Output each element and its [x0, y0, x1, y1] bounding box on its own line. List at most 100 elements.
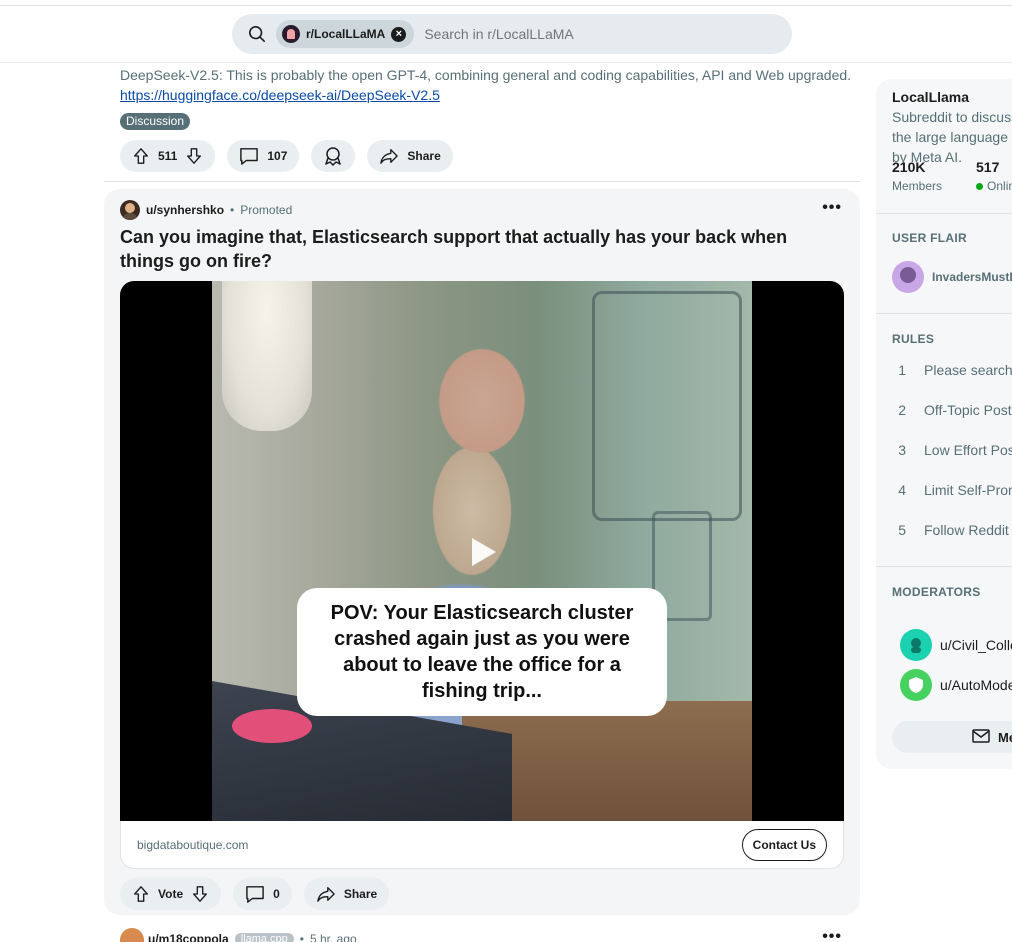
members-value: 210K [892, 159, 926, 175]
more-options-icon[interactable]: ••• [822, 928, 842, 942]
post-flair[interactable]: llama.cpp [234, 933, 294, 942]
rule-text: Low Effort Posts [924, 442, 1012, 458]
promoted-post-title[interactable]: Can you imagine that, Elasticsearch supp… [120, 225, 840, 273]
subreddit-chip-label: r/LocalLLaMA [306, 27, 386, 41]
next-post-preview[interactable]: u/m18coppola llama.cpp • 5 hr. ago ••• [104, 924, 860, 942]
promoted-post-header: u/synhershko • Promoted [120, 200, 292, 220]
moderator-item[interactable]: u/Civil_Collection7267 [900, 629, 1012, 661]
search-bar[interactable]: r/LocalLLaMA × [232, 14, 792, 54]
header: r/LocalLLaMA × [0, 6, 1012, 63]
upvote-icon[interactable] [132, 885, 150, 903]
rule-item[interactable]: 3 Low Effort Posts [892, 442, 1012, 458]
award-button[interactable] [311, 140, 356, 172]
rule-item[interactable]: 5 Follow Reddit Rules [892, 522, 1012, 538]
post-description: DeepSeek-V2.5: This is probably the open… [120, 67, 852, 83]
ad-footer: bigdataboutique.com Contact Us [120, 821, 844, 869]
share-icon [316, 885, 336, 903]
video-caption: POV: Your Elasticsearch cluster crashed … [297, 588, 667, 716]
separator-dot: • [230, 203, 235, 217]
more-options-icon[interactable]: ••• [822, 199, 842, 217]
vote-label: Vote [158, 887, 184, 901]
rule-text: Please search before asking [924, 362, 1012, 378]
rule-number: 2 [898, 402, 906, 418]
sticker-shape [232, 709, 312, 743]
comments-button[interactable]: 107 [227, 140, 300, 172]
rule-item[interactable]: 1 Please search before asking [892, 362, 1012, 378]
rule-number: 3 [898, 442, 906, 458]
rule-text: Limit Self-Promotion [924, 482, 1012, 498]
sidebar-divider [876, 213, 1012, 214]
separator-dot: • [299, 932, 304, 942]
sidebar-divider [876, 566, 1012, 567]
ad-domain[interactable]: bigdataboutique.com [137, 838, 248, 852]
online-label: Online [987, 179, 1012, 193]
author-name[interactable]: u/m18coppola [148, 932, 229, 942]
community-sidebar: LocalLlama Subreddit to discuss about Ll… [876, 79, 1012, 769]
user-flair[interactable]: InvadersMustLive [892, 261, 1012, 293]
members-label: Members [892, 179, 943, 193]
post-link[interactable]: https://huggingface.co/deepseek-ai/DeepS… [120, 85, 440, 105]
vote-control: Vote [120, 878, 222, 910]
vote-count: 511 [158, 149, 178, 163]
comment-count: 0 [273, 887, 280, 901]
play-icon[interactable] [466, 535, 500, 569]
moderator-avatar [900, 669, 932, 701]
search-input[interactable] [424, 26, 725, 42]
user-flair-heading: USER FLAIR [892, 231, 967, 245]
rule-number: 4 [898, 482, 906, 498]
user-flair-name: InvadersMustLive [932, 270, 1012, 284]
message-mods-button[interactable]: Message Mods [892, 721, 1012, 753]
rule-text: Follow Reddit Rules [924, 522, 1012, 538]
author-avatar[interactable] [120, 200, 140, 220]
community-stats: 210K Members 517 Online [892, 159, 1012, 193]
rule-item[interactable]: 4 Limit Self-Promotion [892, 482, 1012, 498]
user-flair-avatar [892, 261, 924, 293]
share-label: Share [407, 149, 441, 163]
rule-number: 5 [898, 522, 906, 538]
next-post-meta: u/m18coppola llama.cpp • 5 hr. ago [148, 932, 357, 942]
comments-button[interactable]: 0 [233, 878, 292, 910]
subreddit-scope-chip[interactable]: r/LocalLLaMA × [276, 20, 415, 48]
share-icon [379, 147, 399, 165]
subreddit-icon [282, 25, 300, 43]
message-mods-label: Message Mods [998, 729, 1012, 745]
post-actions: 511 107 Share [120, 140, 860, 172]
vote-control: 511 [120, 140, 216, 172]
wall-art-shape [592, 291, 742, 521]
clear-scope-icon[interactable]: × [391, 26, 407, 42]
rule-text: Off-Topic Posts [924, 402, 1012, 418]
lamp-shape [222, 281, 312, 431]
upvote-icon[interactable] [132, 147, 150, 165]
search-icon [246, 23, 268, 45]
post-time: 5 hr. ago [309, 932, 357, 942]
moderators-heading: MODERATORS [892, 585, 981, 599]
sidebar-divider [876, 313, 1012, 314]
rules-heading: RULES [892, 332, 935, 346]
promoted-post[interactable]: u/synhershko • Promoted ••• Can you imag… [104, 189, 860, 915]
post-deepseek: DeepSeek-V2.5: This is probably the open… [104, 63, 860, 182]
author-name[interactable]: u/synhershko [146, 203, 224, 217]
online-stat: 517 Online [976, 159, 1012, 193]
video-frame: POV: Your Elasticsearch cluster crashed … [212, 281, 752, 821]
share-label: Share [343, 887, 378, 901]
video-player[interactable]: POV: Your Elasticsearch cluster crashed … [120, 281, 844, 821]
members-stat: 210K Members [892, 159, 942, 193]
downvote-icon[interactable] [185, 147, 203, 165]
moderator-name: u/AutoModerator [940, 677, 1012, 693]
share-button[interactable]: Share [303, 878, 390, 910]
downvote-icon[interactable] [191, 885, 209, 903]
rule-item[interactable]: 2 Off-Topic Posts [892, 402, 1012, 418]
moderator-name: u/Civil_Collection7267 [940, 637, 1012, 653]
promoted-post-actions: Vote 0 Share [120, 878, 390, 910]
comment-icon [239, 147, 259, 165]
moderator-item[interactable]: u/AutoModerator [900, 669, 1012, 701]
community-description: Subreddit to discuss about Llama, the la… [892, 109, 1012, 165]
share-button[interactable]: Share [367, 140, 453, 172]
comment-count: 107 [267, 149, 288, 163]
contact-us-button[interactable]: Contact Us [741, 828, 827, 861]
author-avatar[interactable] [120, 928, 144, 942]
post-flair[interactable]: Discussion [120, 113, 191, 130]
online-value: 517 [976, 159, 1000, 175]
moderator-avatar [900, 629, 932, 661]
post-divider [104, 181, 860, 182]
